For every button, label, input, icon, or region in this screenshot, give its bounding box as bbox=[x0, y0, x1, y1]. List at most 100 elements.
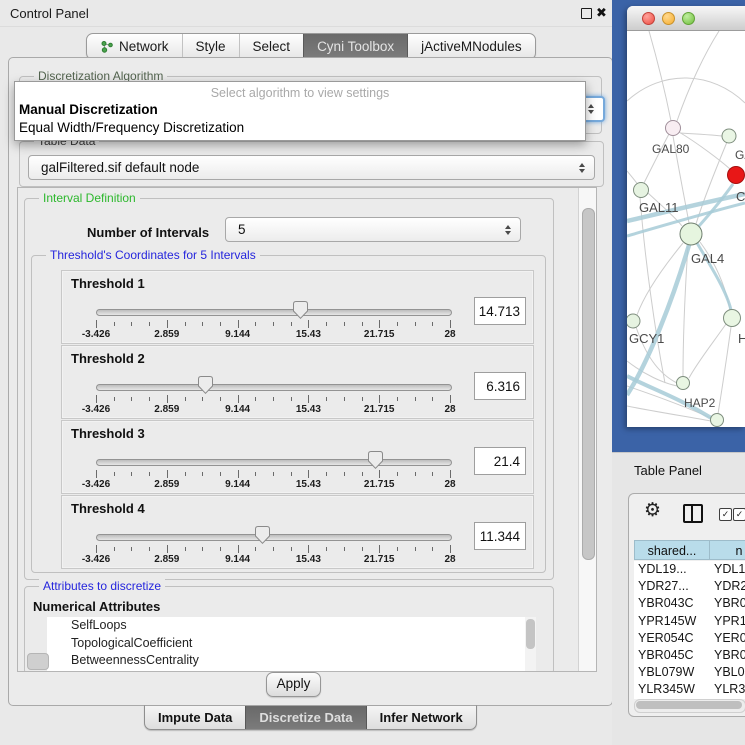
cell-name[interactable]: YBL0 bbox=[714, 664, 745, 681]
combo-stepper-icon bbox=[588, 104, 594, 114]
apply-button[interactable]: Apply bbox=[266, 672, 321, 697]
network-node[interactable] bbox=[711, 414, 724, 427]
network-edge[interactable] bbox=[677, 31, 719, 121]
slider-track[interactable] bbox=[96, 459, 452, 466]
cell-name[interactable]: YLR3 bbox=[714, 681, 745, 698]
threshold-label: Threshold 1 bbox=[71, 276, 145, 291]
network-node[interactable] bbox=[724, 310, 741, 327]
checkbox-icon[interactable]: ✓ bbox=[733, 508, 745, 521]
attribute-list-item[interactable]: BetweennessCentrality bbox=[47, 652, 536, 670]
number-of-intervals-combo[interactable]: 5 bbox=[225, 217, 521, 242]
threshold-value-box[interactable]: 21.4 bbox=[474, 447, 526, 475]
slider-track[interactable] bbox=[96, 309, 452, 316]
tab-impute-data[interactable]: Impute Data bbox=[145, 706, 245, 729]
cell-shared-name[interactable]: YER054C bbox=[638, 630, 694, 647]
close-traffic-light[interactable] bbox=[642, 12, 655, 25]
tick-mark bbox=[131, 472, 132, 476]
cell-shared-name[interactable]: YBR045C bbox=[638, 647, 694, 664]
network-node[interactable] bbox=[666, 121, 681, 136]
threshold-value-box[interactable]: 6.316 bbox=[474, 372, 526, 400]
cell-shared-name[interactable]: YBR043C bbox=[638, 595, 694, 612]
zoom-traffic-light[interactable] bbox=[682, 12, 695, 25]
horizontal-scrollbar[interactable] bbox=[634, 699, 745, 713]
threshold-value-box[interactable]: 11.344 bbox=[474, 522, 526, 550]
scrollbar-thumb[interactable] bbox=[582, 208, 595, 560]
table-row[interactable]: YER054C YER0 bbox=[634, 630, 745, 647]
table-data-combo[interactable]: galFiltered.sif default node bbox=[28, 155, 595, 180]
cell-name[interactable]: YPR1 bbox=[714, 613, 745, 630]
network-node[interactable] bbox=[634, 183, 649, 198]
column-header-shared-name[interactable]: shared... bbox=[634, 540, 710, 560]
network-edge[interactable] bbox=[649, 31, 671, 121]
scrollbar-thumb[interactable] bbox=[636, 701, 742, 709]
table-row[interactable]: YDR27... YDR2 bbox=[634, 578, 745, 595]
network-node[interactable] bbox=[722, 129, 736, 143]
table-row[interactable]: YBR045C YBR0 bbox=[634, 647, 745, 664]
gear-icon[interactable]: ⚙ bbox=[644, 500, 661, 522]
network-node[interactable] bbox=[627, 314, 640, 328]
slider-track[interactable] bbox=[96, 384, 452, 391]
network-node[interactable] bbox=[728, 167, 745, 184]
close-icon[interactable]: ✖ bbox=[596, 5, 607, 21]
tick-mark bbox=[114, 322, 115, 326]
horizontal-scrollbar-thumb[interactable] bbox=[27, 653, 49, 670]
scrollbar-thumb[interactable] bbox=[526, 619, 535, 649]
tab-infer-network[interactable]: Infer Network bbox=[366, 706, 476, 729]
cell-shared-name[interactable]: YLR345W bbox=[638, 681, 695, 698]
table-row[interactable]: YDL19... YDL1 bbox=[634, 561, 745, 578]
attribute-list-item[interactable]: TopologicalCoefficient bbox=[47, 635, 536, 653]
tab-cyni-toolbox[interactable]: Cyni Toolbox bbox=[303, 34, 407, 59]
table-row[interactable]: YBL079W YBL0 bbox=[634, 664, 745, 681]
cell-name[interactable]: YBR0 bbox=[714, 647, 745, 664]
tick-mark bbox=[397, 472, 398, 476]
threshold-value-box[interactable]: 14.713 bbox=[474, 297, 526, 325]
slider-thumb[interactable] bbox=[198, 376, 213, 394]
cell-shared-name[interactable]: YBL079W bbox=[638, 664, 694, 681]
network-edge[interactable] bbox=[718, 327, 731, 414]
cell-name[interactable]: YDR2 bbox=[714, 578, 745, 595]
tab-style[interactable]: Style bbox=[182, 34, 239, 59]
dropdown-option-equal-width-frequency[interactable]: Equal Width/Frequency Discretization bbox=[19, 120, 244, 135]
table-row[interactable]: YLR345W YLR3 bbox=[634, 681, 745, 698]
cell-shared-name[interactable]: YDR27... bbox=[638, 578, 689, 595]
checkbox-icon[interactable]: ✓ bbox=[719, 508, 732, 521]
dropdown-option-manual-discretization[interactable]: Manual Discretization bbox=[19, 102, 158, 117]
network-edge[interactable] bbox=[689, 324, 726, 378]
settings-scroll-pane: Interval Definition Number of Intervals … bbox=[17, 187, 597, 672]
table-row[interactable]: YBR043C YBR0 bbox=[634, 595, 745, 612]
network-edge[interactable] bbox=[680, 133, 722, 136]
cell-shared-name[interactable]: YDL19... bbox=[638, 561, 687, 578]
float-window-icon[interactable] bbox=[581, 8, 592, 19]
tick-mark bbox=[220, 472, 221, 476]
tab-discretize-data[interactable]: Discretize Data bbox=[245, 706, 365, 729]
minimize-traffic-light[interactable] bbox=[662, 12, 675, 25]
column-header-name[interactable]: n bbox=[709, 540, 745, 560]
tick-mark bbox=[432, 472, 433, 476]
list-vertical-scrollbar[interactable] bbox=[525, 617, 536, 672]
tab-select[interactable]: Select bbox=[239, 34, 304, 59]
attributes-list[interactable]: SelfLoopsTopologicalCoefficientBetweenne… bbox=[47, 617, 536, 672]
network-canvas[interactable]: GAL80GAGAL11CGAL4GCY1HHAP2 bbox=[627, 31, 745, 427]
vertical-scrollbar[interactable] bbox=[578, 188, 596, 671]
cell-name[interactable]: YBR0 bbox=[714, 595, 745, 612]
slider-thumb[interactable] bbox=[255, 526, 270, 544]
slider-track[interactable] bbox=[96, 534, 452, 541]
cell-name[interactable]: YER0 bbox=[714, 630, 745, 647]
slider-thumb[interactable] bbox=[368, 451, 383, 469]
tick-label: 28 bbox=[444, 329, 455, 340]
cell-shared-name[interactable]: YPR145W bbox=[638, 613, 696, 630]
slider-thumb[interactable] bbox=[293, 301, 308, 319]
cell-name[interactable]: YDL1 bbox=[714, 561, 745, 578]
tick-label: 21.715 bbox=[364, 329, 395, 340]
tab-jactivemnodules[interactable]: jActiveMNodules bbox=[407, 34, 535, 59]
tick-mark bbox=[344, 547, 345, 551]
tab-network[interactable]: Network bbox=[87, 34, 182, 59]
table-row[interactable]: YPR145W YPR1 bbox=[634, 613, 745, 630]
attribute-list-item[interactable]: SelfLoops bbox=[47, 617, 536, 635]
tick-mark bbox=[255, 322, 256, 326]
tick-label: 9.144 bbox=[225, 404, 250, 415]
network-edge[interactable] bbox=[627, 78, 745, 103]
columns-icon[interactable] bbox=[683, 504, 703, 523]
network-node[interactable] bbox=[680, 223, 702, 245]
network-node[interactable] bbox=[677, 377, 690, 390]
